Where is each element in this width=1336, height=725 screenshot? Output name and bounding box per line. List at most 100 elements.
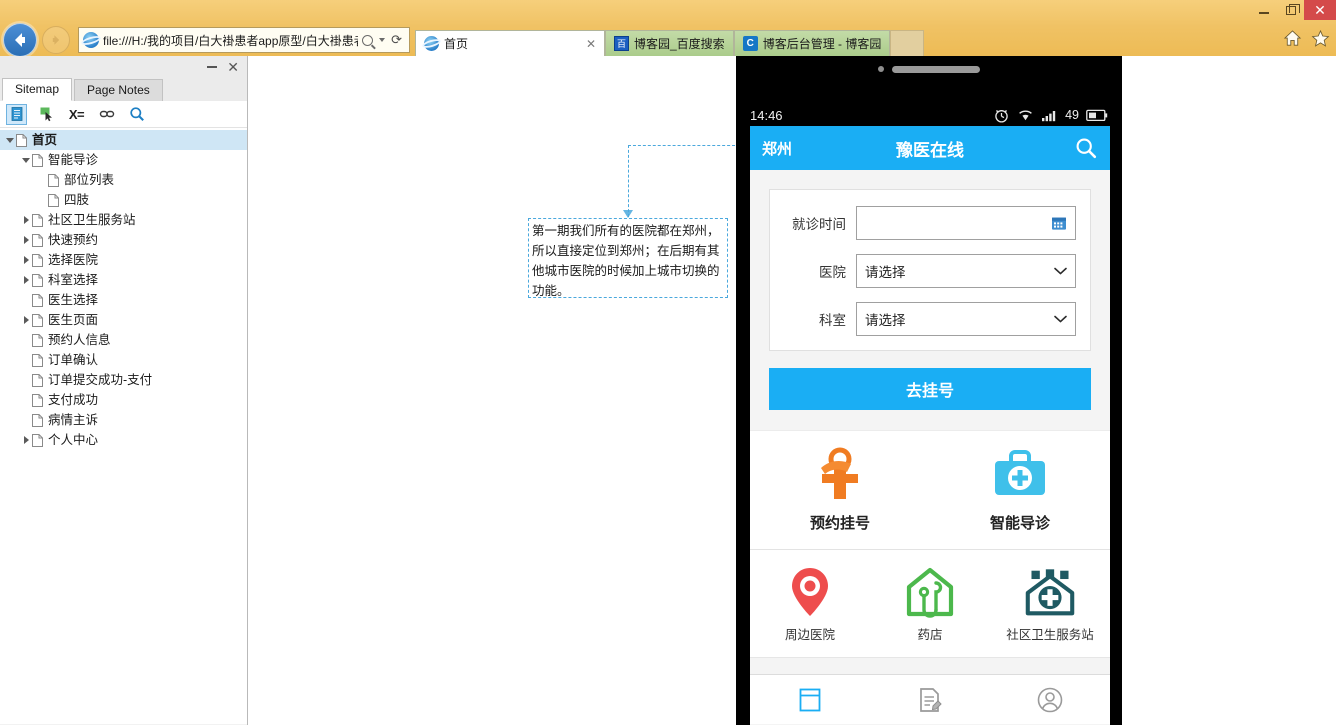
department-select[interactable]: 请选择 [856,302,1076,336]
form-row-hospital: 医院 请选择 [784,254,1076,288]
page-icon [32,253,43,267]
sidebar-item-zhinengdaozhen[interactable]: 智能导诊 [0,150,247,170]
page-view-icon[interactable] [6,103,27,125]
status-time: 14:46 [750,107,783,123]
sidebar-item-gerenzhongxin[interactable]: 个人中心 [0,430,247,450]
search-icon[interactable] [126,104,147,125]
page-icon [32,393,43,407]
twisty-down-icon[interactable] [4,130,16,150]
medical-bag-icon [995,450,1045,495]
status-icons: 49 [993,107,1108,124]
sidebar-item-label: 智能导诊 [48,152,99,167]
pharmacy-house-icon [906,567,954,618]
panel-close-button[interactable]: ✕ [227,60,239,74]
twisty-placeholder [36,170,48,190]
variables-icon[interactable]: X= [66,104,87,125]
sidebar-item-label: 首页 [32,132,58,147]
sidebar-item-label: 快速预约 [48,232,99,247]
tab-sitemap[interactable]: Sitemap [2,78,73,101]
sidebar-item-yishengyemian[interactable]: 医生页面 [0,310,247,330]
favorites-star-icon[interactable] [1311,29,1330,48]
twisty-placeholder [20,330,32,350]
department-select-value: 请选择 [865,313,906,328]
home-icon[interactable] [1283,29,1302,48]
sidebar-item-yuyuerenxinxi[interactable]: 预约人信息 [0,330,247,350]
chevron-down-icon[interactable] [379,38,386,42]
phone-frame: 14:46 49 郑州 豫医在线 就诊时间 医院 请选择 科室 请选择 去挂号 … [736,56,1122,725]
close-icon: ✕ [1314,2,1326,18]
close-icon[interactable]: ✕ [586,37,596,51]
page-title: 豫医在线 [896,140,964,160]
sidebar-item-shouye[interactable]: 首页 [0,130,247,150]
nav-item-home[interactable] [750,686,870,714]
sidebar-item-yishengxuanze[interactable]: 医生选择 [0,290,247,310]
window-restore-button[interactable] [1277,0,1304,20]
sidebar-item-kuaisuyuyue[interactable]: 快速预约 [0,230,247,250]
refresh-icon[interactable]: ⟳ [391,32,402,48]
tab-page-notes[interactable]: Page Notes [74,79,163,101]
twisty-placeholder [20,390,32,410]
sidebar-item-keshixuanze[interactable]: 科室选择 [0,270,247,290]
twisty-right-icon[interactable] [20,210,32,230]
nav-item-orders[interactable] [870,686,990,714]
window-minimize-button[interactable] [1250,0,1277,20]
camera-dot-icon [878,66,884,72]
register-button[interactable]: 去挂号 [769,368,1091,410]
tab-baidu-search[interactable]: 百 博客园_百度搜索 [605,30,734,56]
annotation-note[interactable]: 第一期我们所有的医院都在郑州，所以直接定位到郑州；在后期有其他城市医院的时候加上… [528,218,728,298]
sidebar-item-bingqingzhusu[interactable]: 病情主诉 [0,410,247,430]
tab-home[interactable]: 首页 ✕ [415,30,605,56]
main-tiles: 预约挂号 智能导诊 [750,430,1110,550]
header-city-selector[interactable]: 郑州 [762,138,792,159]
header-search-button[interactable] [1074,136,1098,160]
twisty-right-icon[interactable] [20,230,32,250]
panel-tabs: Sitemap Page Notes [0,78,247,101]
cursor-select-icon[interactable] [36,104,57,125]
tile-pharmacy[interactable]: 药店 [870,565,990,643]
sidebar-item-label: 部位列表 [64,172,115,187]
back-button[interactable] [3,23,37,57]
wifi-icon [1019,110,1032,121]
signal-icon [1042,111,1056,122]
tile-community-health-station[interactable]: 社区卫生服务站 [990,565,1110,643]
sidebar-item-zhifuchenggong[interactable]: 支付成功 [0,390,247,410]
home-book-icon [799,688,821,711]
link-icon[interactable] [96,104,117,125]
tile-appointment-register[interactable]: 预约挂号 [750,447,930,533]
hospital-select[interactable]: 请选择 [856,254,1076,288]
phone-speaker [736,56,1122,82]
link-icon-glyph [99,110,114,118]
nav-item-profile[interactable] [990,686,1110,714]
sidebar-item-dingdanqueren[interactable]: 订单确认 [0,350,247,370]
window-close-button[interactable]: ✕ [1304,0,1336,20]
speaker-grill-icon [892,65,980,73]
twisty-down-icon[interactable] [20,150,32,170]
sidebar-item-sizhi[interactable]: 四肢 [0,190,247,210]
new-tab-button[interactable] [890,30,925,56]
service-tiles: 周边医院 药店 社区卫生服务站 [750,550,1110,658]
sidebar-item-xuanzeyiyuan[interactable]: 选择医院 [0,250,247,270]
address-input[interactable]: file:///H:/我的项目/白大褂患者app原型/白大褂患者a [103,32,358,49]
appointment-form: 就诊时间 医院 请选择 科室 请选择 [769,189,1091,351]
twisty-right-icon[interactable] [20,270,32,290]
forward-button[interactable] [42,26,70,54]
twisty-right-icon[interactable] [20,250,32,270]
tile-smart-triage[interactable]: 智能导诊 [930,447,1110,533]
calendar-icon[interactable] [1051,215,1067,231]
address-bar[interactable]: file:///H:/我的项目/白大褂患者app原型/白大褂患者a ⟳ [78,27,410,53]
sidebar-item-label: 医生页面 [48,312,99,327]
panel-minimize-button[interactable] [207,66,218,68]
tile-nearby-hospitals[interactable]: 周边医院 [750,565,870,643]
form-row-department: 科室 请选择 [784,302,1076,336]
address-bar-icons: ⟳ [362,32,405,48]
community-health-icon [1025,568,1075,615]
twisty-right-icon[interactable] [20,430,32,450]
tab-cnblogs-admin[interactable]: C 博客后台管理 - 博客园 [733,30,891,56]
visit-time-input[interactable] [856,206,1076,240]
twisty-right-icon[interactable] [20,310,32,330]
search-icon[interactable] [362,34,374,46]
sidebar-item-dingdantijiaochenggong-zhifu[interactable]: 订单提交成功-支付 [0,370,247,390]
page-icon [32,153,43,167]
sidebar-item-buweiliebiao[interactable]: 部位列表 [0,170,247,190]
sidebar-item-shequweisheng[interactable]: 社区卫生服务站 [0,210,247,230]
